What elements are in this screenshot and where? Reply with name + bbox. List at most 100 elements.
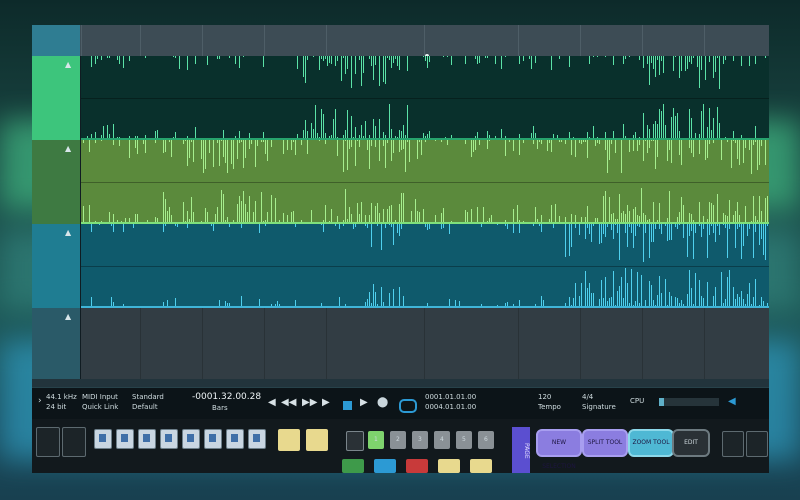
waveform-spike: [695, 272, 696, 306]
instrument-icon-3[interactable]: [138, 429, 156, 449]
horizontal-scrollbar[interactable]: [32, 379, 769, 387]
instrument-icon-1[interactable]: [94, 429, 112, 449]
menu-icon[interactable]: ›: [38, 396, 42, 406]
timeline-ruler[interactable]: [32, 25, 769, 58]
pad-yellow-2[interactable]: [306, 429, 328, 451]
preset-name[interactable]: Standard: [132, 393, 164, 401]
waveform-spike: [711, 129, 712, 138]
waveform-spike: [573, 136, 574, 138]
stop-button[interactable]: [343, 401, 352, 410]
key-4[interactable]: 4: [434, 431, 450, 449]
track-header-2[interactable]: ▲: [32, 140, 80, 224]
waveform-spike: [707, 218, 708, 222]
softkey-zoom-tool[interactable]: ZOOM TOOL: [628, 429, 674, 457]
pad-yellow-1[interactable]: [278, 429, 300, 451]
key-1[interactable]: 1: [368, 431, 384, 449]
softkey-split-tool[interactable]: SPLIT TOOL: [582, 429, 628, 457]
key-2[interactable]: 2: [390, 431, 406, 449]
track-lane-3[interactable]: [81, 224, 769, 308]
collapse-icon[interactable]: ◀: [728, 396, 736, 407]
pad-right-2[interactable]: [746, 431, 768, 457]
waveform-spike: [345, 56, 346, 75]
waveform-spike: [441, 213, 442, 222]
forward-end-icon[interactable]: ▶: [322, 397, 330, 408]
waveform-spike: [745, 140, 746, 149]
waveform-spike: [473, 140, 474, 153]
track-header-1[interactable]: ▲: [32, 56, 80, 140]
track-lane-1[interactable]: [81, 56, 769, 140]
instrument-icon-6[interactable]: [204, 429, 222, 449]
pad-yellow-3[interactable]: [438, 459, 460, 473]
waveform-spike: [359, 140, 360, 148]
instrument-icon-8[interactable]: [248, 429, 266, 449]
arrow-icon[interactable]: ▲: [65, 60, 71, 69]
pad-right-1[interactable]: [722, 431, 744, 457]
waveform-spike: [319, 136, 320, 138]
bank-select-right[interactable]: [62, 427, 86, 457]
key-6[interactable]: 6: [478, 431, 494, 449]
instrument-icon-4[interactable]: [160, 429, 178, 449]
loop-button[interactable]: [399, 399, 417, 413]
softkey-new-selection[interactable]: NEW SELECTION: [536, 429, 582, 470]
waveform-spike: [145, 140, 146, 154]
pad-green[interactable]: [342, 459, 364, 473]
waveform-spike: [399, 204, 400, 222]
waveform-spike: [345, 303, 346, 306]
pad-red[interactable]: [406, 459, 428, 473]
tempo-value[interactable]: 120: [538, 393, 551, 401]
arrow-icon[interactable]: ▲: [65, 312, 71, 321]
rewind-start-icon[interactable]: ◀: [268, 397, 276, 408]
instrument-icon-2[interactable]: [116, 429, 134, 449]
instrument-icon-5[interactable]: [182, 429, 200, 449]
waveform-spike: [651, 56, 652, 64]
waveform-spike: [423, 208, 424, 222]
waveform-spike: [83, 140, 84, 144]
waveform-spike: [687, 56, 688, 69]
waveform-spike: [291, 211, 292, 222]
waveform-spike: [239, 131, 240, 138]
waveform-spike: [213, 140, 214, 168]
track-header-3[interactable]: ▲: [32, 224, 80, 308]
track-header-4[interactable]: ▲: [32, 308, 80, 379]
waveform-spike: [737, 294, 738, 306]
waveform-spike: [555, 204, 556, 222]
arrow-icon[interactable]: ▲: [65, 228, 71, 237]
signature-value[interactable]: 4/4: [582, 393, 593, 401]
position-display[interactable]: -0001.32.00.28: [192, 392, 261, 402]
waveform-spike: [653, 56, 654, 70]
pad-dark-1[interactable]: [346, 431, 364, 451]
waveform-spike: [87, 135, 88, 138]
waveform-spike: [325, 205, 326, 222]
forward-icon[interactable]: ▶▶: [302, 397, 317, 408]
play-button[interactable]: ▶: [360, 397, 368, 408]
key-3[interactable]: 3: [412, 431, 428, 449]
loop-end[interactable]: 0004.01.01.00: [425, 403, 476, 411]
waveform-spike: [733, 215, 734, 222]
track-lane-2[interactable]: [81, 140, 769, 224]
arrow-icon[interactable]: ▲: [65, 144, 71, 153]
key-5[interactable]: 5: [456, 431, 472, 449]
waveform-spike: [343, 140, 344, 172]
page-tab[interactable]: PAGE: [512, 427, 530, 473]
waveform-spike: [409, 140, 410, 162]
waveform-spike: [659, 202, 660, 222]
rewind-icon[interactable]: ◀◀: [281, 397, 296, 408]
waveform-spike: [699, 140, 700, 154]
softkey-edit[interactable]: EDIT: [672, 429, 710, 457]
pad-yellow-4[interactable]: [470, 459, 492, 473]
waveform-spike: [83, 206, 84, 222]
bank-select-left[interactable]: [36, 427, 60, 457]
waveform-spike: [621, 213, 622, 222]
quick-link[interactable]: Quick Link: [82, 403, 118, 411]
waveform-spike: [107, 125, 108, 138]
waveform-spike: [741, 224, 742, 259]
loop-start[interactable]: 0001.01.01.00: [425, 393, 476, 401]
waveform-spike: [603, 224, 604, 234]
pad-blue[interactable]: [374, 459, 396, 473]
midi-input[interactable]: MIDI Input: [82, 393, 118, 401]
instrument-icon-7[interactable]: [226, 429, 244, 449]
waveform-spike: [91, 56, 92, 67]
record-button[interactable]: ⬤: [377, 397, 388, 408]
waveform-spike: [611, 140, 612, 144]
track-lane-4[interactable]: [81, 308, 769, 379]
